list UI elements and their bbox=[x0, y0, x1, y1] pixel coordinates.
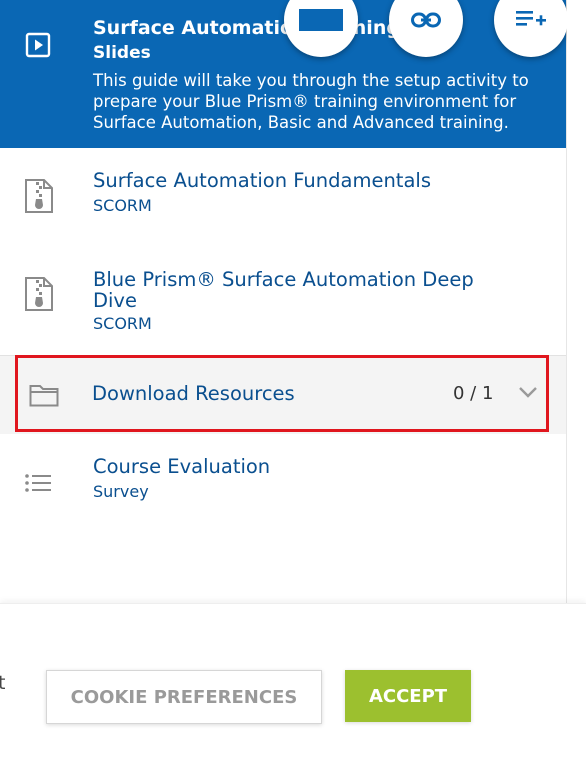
cookie-banner: t COOKIE PREFERENCES ACCEPT bbox=[0, 603, 586, 762]
evaluation-title[interactable]: Course Evaluation bbox=[93, 456, 523, 477]
cookie-preferences-button[interactable]: COOKIE PREFERENCES bbox=[46, 670, 322, 724]
active-module[interactable]: Surface Automation Training (EN) Slides … bbox=[0, 0, 568, 148]
active-module-type: Slides bbox=[93, 43, 151, 63]
module-list: Surface Automation Training (EN) Slides … bbox=[0, 0, 568, 603]
accept-button[interactable]: ACCEPT bbox=[345, 670, 471, 722]
list-icon bbox=[25, 474, 51, 492]
fab-button-rectangle[interactable] bbox=[284, 0, 358, 57]
play-icon bbox=[25, 32, 51, 58]
rectangle-icon bbox=[299, 9, 343, 31]
module-type: SCORM bbox=[93, 314, 152, 333]
cookie-text-fragment: t bbox=[0, 672, 6, 694]
module-type: SCORM bbox=[93, 196, 152, 215]
highlight-box bbox=[15, 355, 549, 432]
module-title[interactable]: Surface Automation Fundamentals bbox=[93, 170, 523, 191]
section-download-resources[interactable]: Download Resources 0 / 1 bbox=[0, 355, 566, 436]
zip-file-icon bbox=[25, 277, 53, 311]
module-item[interactable]: Blue Prism® Surface Automation Deep Dive… bbox=[0, 240, 566, 355]
scroll-area bbox=[567, 0, 586, 603]
module-title[interactable]: Blue Prism® Surface Automation Deep Dive bbox=[93, 269, 523, 311]
evaluation-item[interactable]: Course Evaluation Survey bbox=[0, 434, 566, 524]
active-module-description: This guide will take you through the set… bbox=[93, 71, 529, 132]
add-to-playlist-button[interactable] bbox=[494, 0, 568, 57]
add-to-playlist-icon bbox=[516, 11, 546, 26]
copy-link-button[interactable] bbox=[389, 0, 463, 57]
evaluation-type: Survey bbox=[93, 482, 149, 501]
link-icon bbox=[411, 12, 441, 28]
zip-file-icon bbox=[25, 179, 53, 213]
module-item[interactable]: Surface Automation Fundamentals SCORM bbox=[0, 148, 566, 240]
